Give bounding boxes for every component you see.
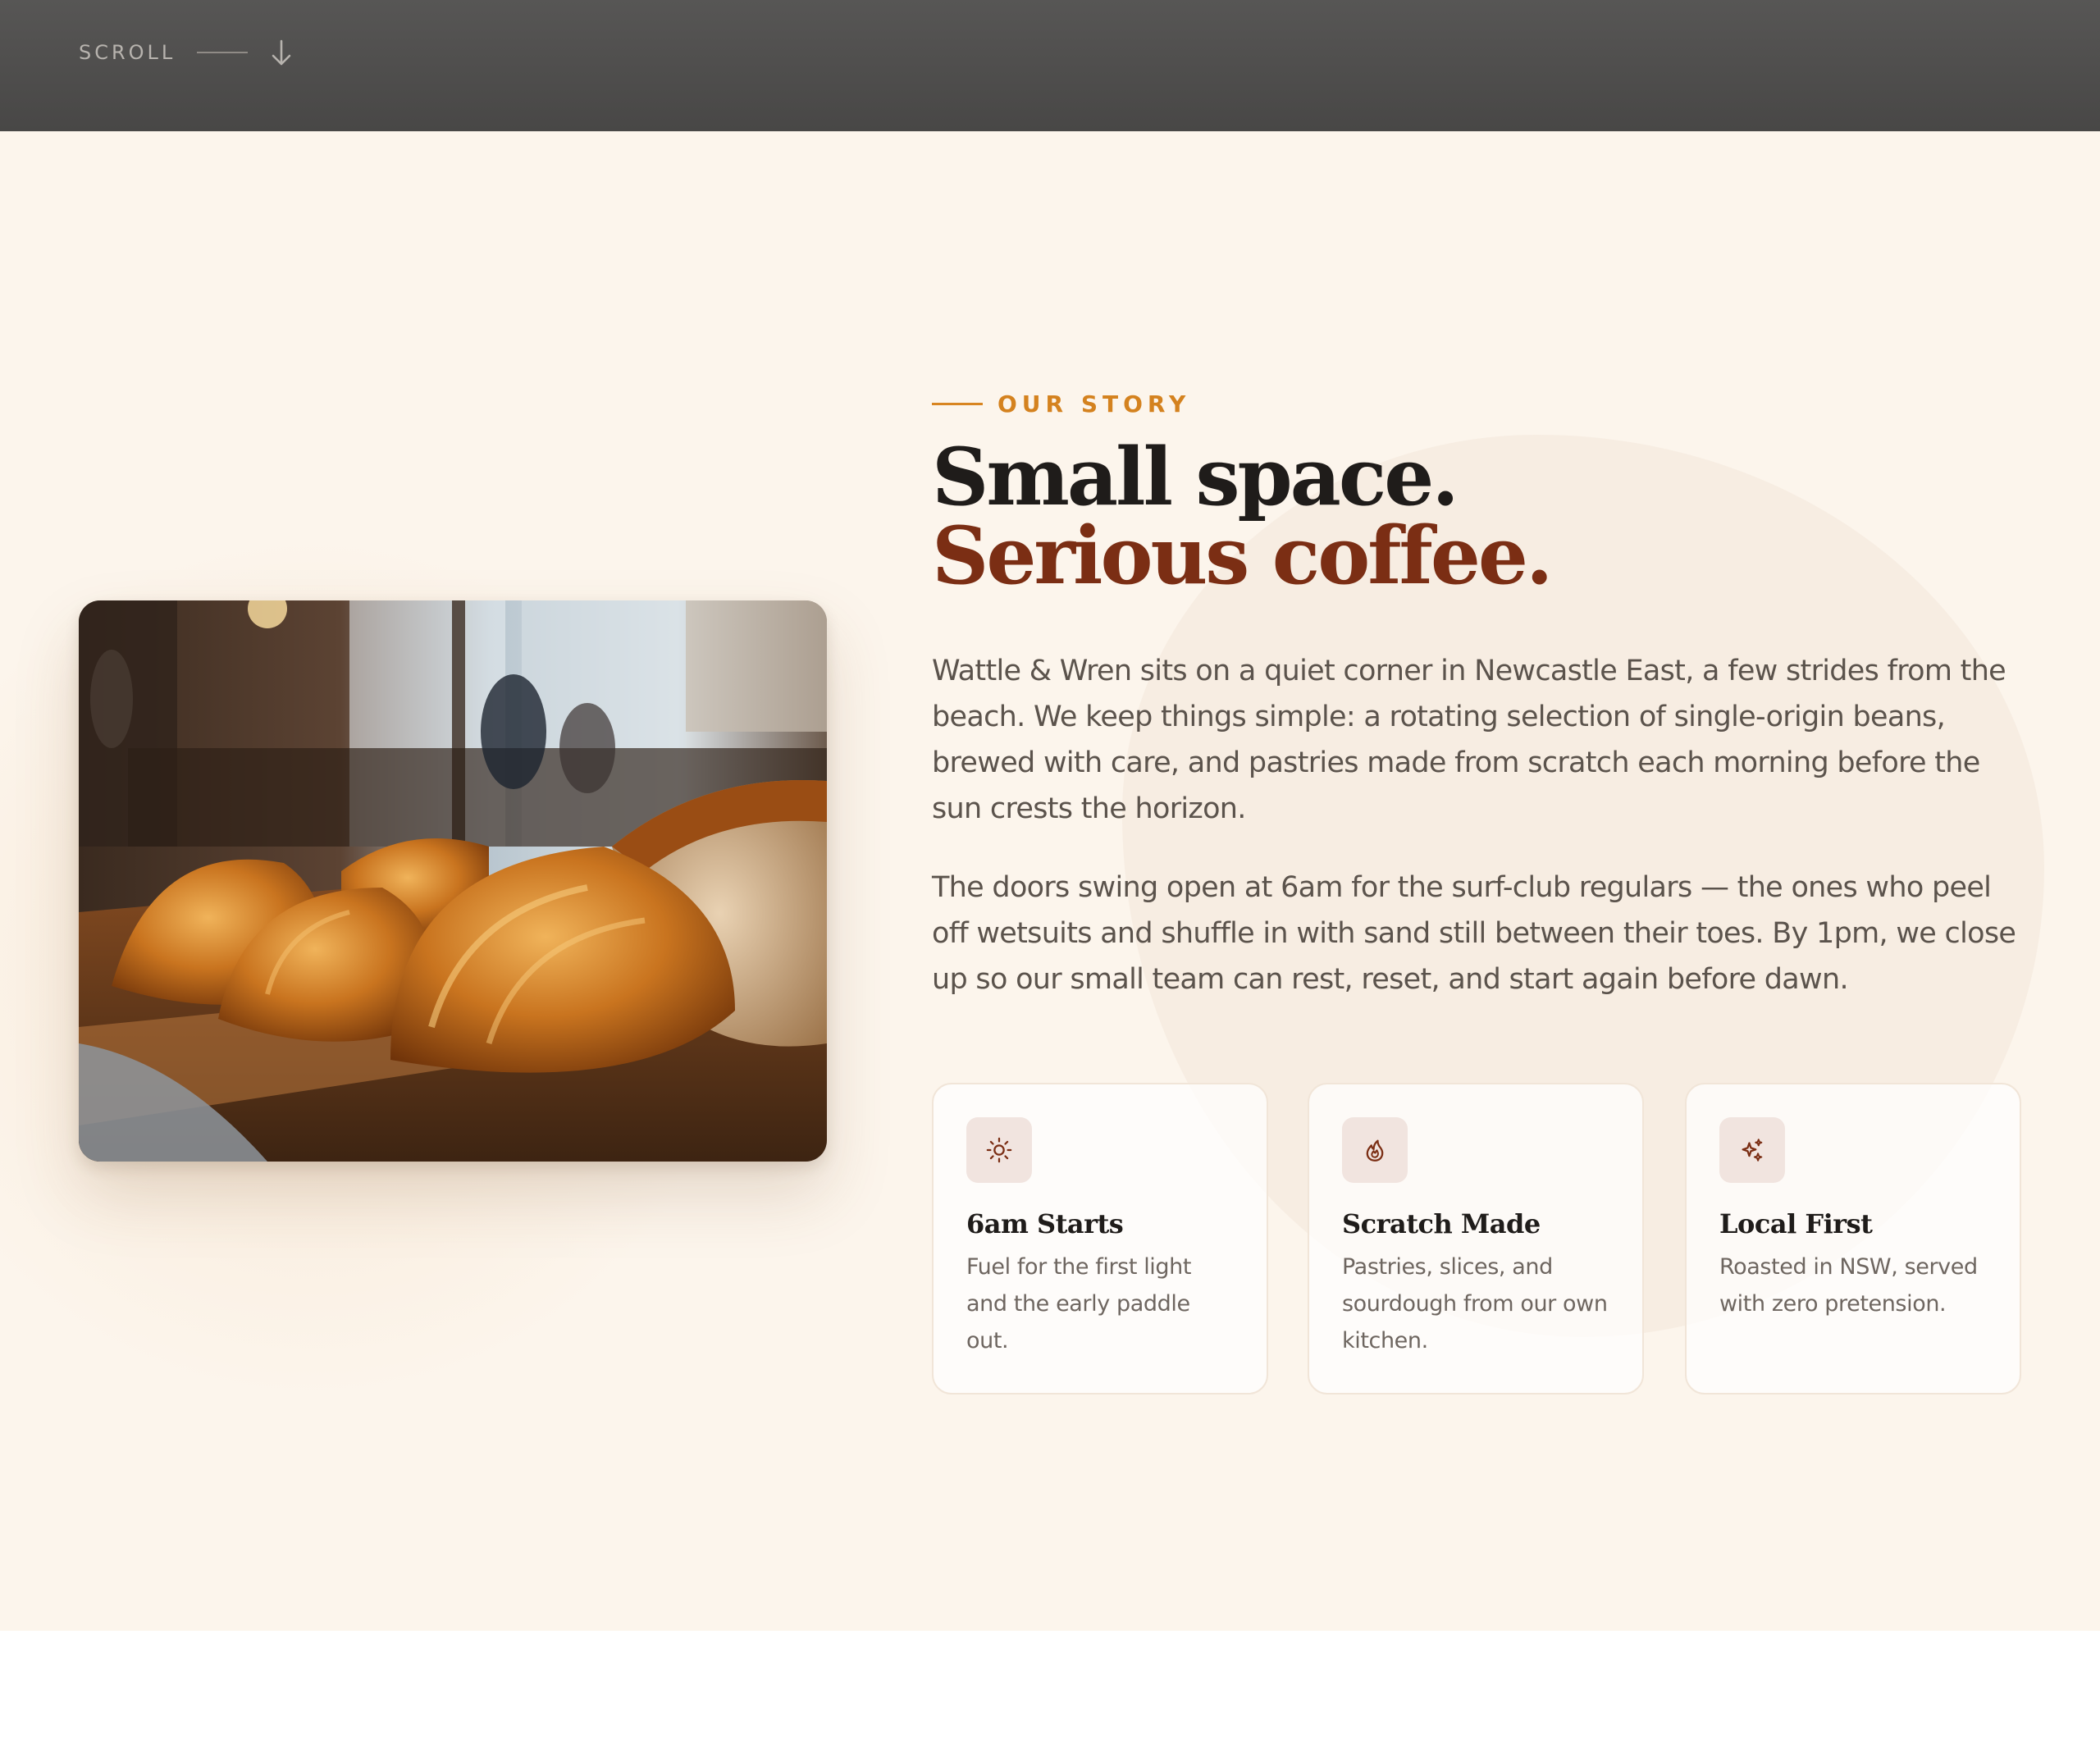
- section-eyebrow: OUR STORY: [932, 382, 2023, 425]
- feature-title: Scratch Made: [1342, 1208, 1541, 1239]
- feature-description: Roasted in NSW, served with zero pretens…: [1719, 1254, 1978, 1317]
- eyebrow-rule: [932, 402, 983, 405]
- feature-card-6am-starts: 6am Starts Fuel for the first light and …: [932, 1083, 1268, 1395]
- feature-cards: 6am Starts Fuel for the first light and …: [932, 1083, 2021, 1395]
- feature-title: Local First: [1719, 1208, 1873, 1239]
- photo-croissants: [79, 600, 827, 1162]
- feature-icon-tile: [1342, 1117, 1408, 1183]
- arrow-down-icon: [272, 39, 291, 66]
- feature-description: Pastries, slices, and sourdough from our…: [1342, 1254, 1608, 1353]
- feature-card-scratch-made: Scratch Made Pastries, slices, and sourd…: [1308, 1083, 1644, 1395]
- story-paragraph-2: The doors swing open at 6am for the surf…: [932, 871, 2016, 996]
- feature-description: Fuel for the first light and the early p…: [966, 1254, 1192, 1353]
- scroll-divider: [197, 52, 249, 53]
- scroll-indicator[interactable]: SCROLL: [79, 38, 294, 67]
- story-paragraph-1: Wattle & Wren sits on a quiet corner in …: [932, 655, 2006, 825]
- our-story-section: OUR STORY Small space. Serious coffee. W…: [0, 131, 2100, 1631]
- feature-card-local-first: Local First Roasted in NSW, served with …: [1685, 1083, 2021, 1395]
- sparkles-icon: [1742, 1139, 1763, 1162]
- scroll-label: SCROLL: [79, 41, 176, 64]
- flame-icon: [1366, 1139, 1384, 1162]
- sun-icon: [986, 1137, 1012, 1163]
- headline-line-2: Serious coffee.: [932, 509, 1553, 602]
- feature-title: 6am Starts: [966, 1208, 1124, 1239]
- feature-icon-tile: [1719, 1117, 1785, 1183]
- feature-icon-tile: [966, 1117, 1032, 1183]
- story-content: OUR STORY Small space. Serious coffee. W…: [932, 382, 2023, 1002]
- headline-line-1: Small space.: [932, 431, 1459, 523]
- section-headline: Small space. Serious coffee.: [932, 438, 2023, 596]
- eyebrow-label: OUR STORY: [998, 390, 1191, 418]
- croissants-photo: [79, 600, 827, 1162]
- top-hero-bar: SCROLL: [0, 0, 2100, 131]
